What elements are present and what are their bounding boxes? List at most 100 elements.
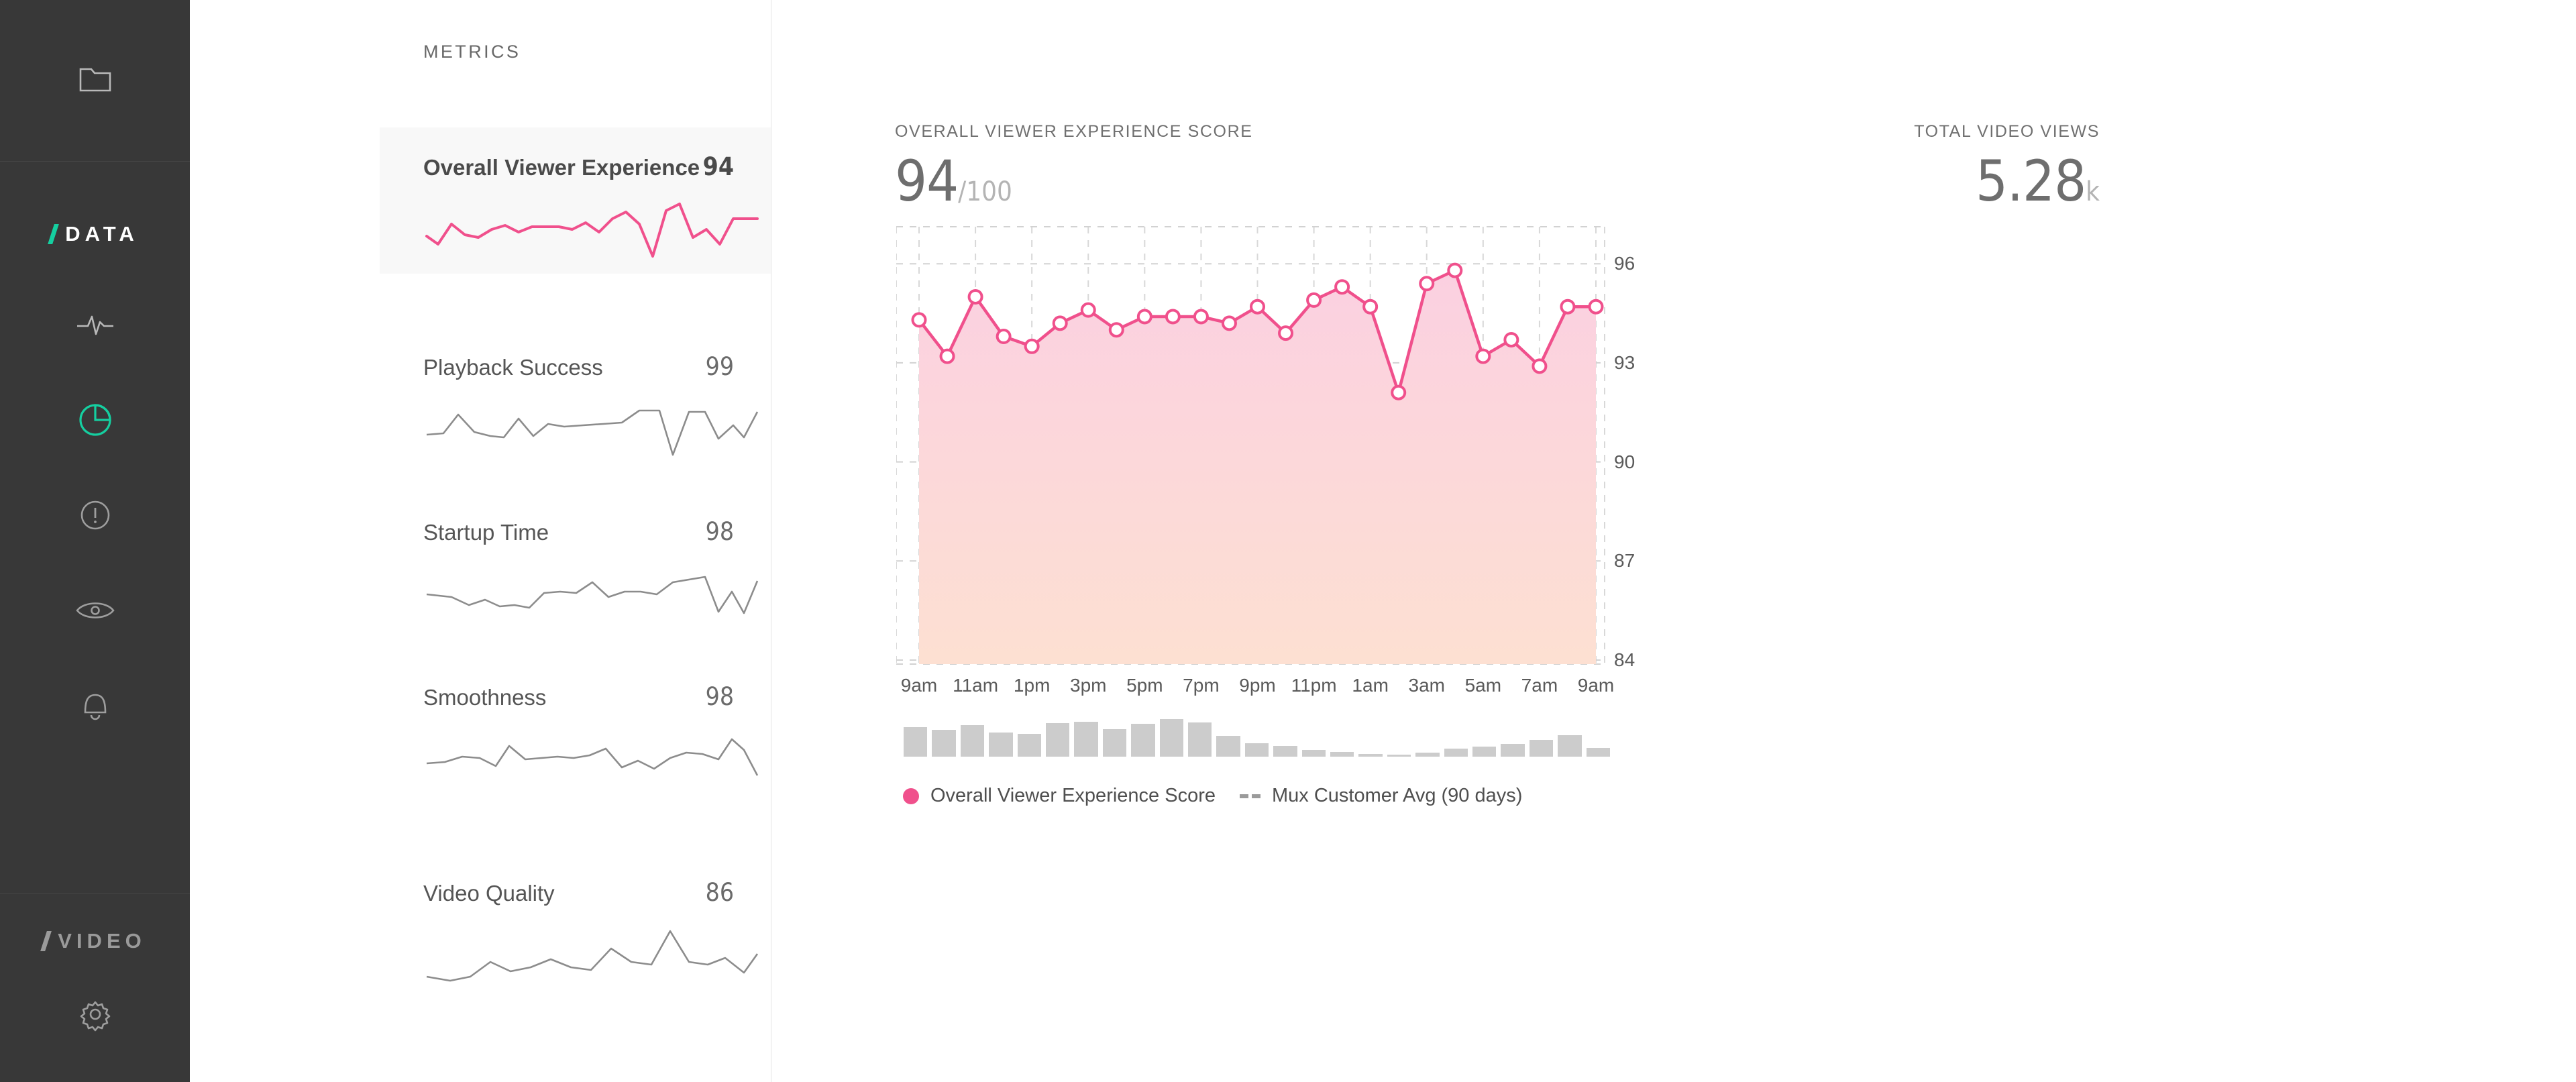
sidebar-item-pulse[interactable]: [0, 277, 190, 372]
bar[interactable]: [1358, 753, 1383, 757]
metric-card-startup-time[interactable]: Startup Time 98: [380, 492, 771, 639]
metric-sparkline: [426, 576, 759, 614]
bar[interactable]: [1273, 745, 1297, 757]
chart-point[interactable]: [967, 288, 983, 305]
folder-icon[interactable]: [79, 66, 111, 96]
chart-point[interactable]: [1306, 292, 1322, 308]
total-video-views-value: 5.28: [1975, 148, 2086, 214]
x-axis-tick: 3am: [1408, 675, 1445, 696]
metric-score: 98: [705, 517, 734, 546]
metric-sparkline: [426, 409, 759, 456]
metric-header: Overall Viewer Experience 94: [423, 152, 734, 181]
chart-point[interactable]: [1532, 358, 1548, 374]
chart-point[interactable]: [1221, 315, 1237, 331]
x-axis-tick: 1am: [1352, 675, 1389, 696]
metric-score: 94: [702, 152, 734, 181]
chart-point[interactable]: [996, 329, 1012, 345]
metric-label: Startup Time: [423, 520, 549, 545]
x-axis-tick: 9am: [900, 675, 938, 696]
bar[interactable]: [1244, 743, 1269, 757]
bar[interactable]: [1415, 752, 1440, 757]
bar[interactable]: [1444, 749, 1468, 757]
video-brand[interactable]: VIDEO: [40, 921, 146, 961]
metric-card-playback-success[interactable]: Playback Success 99: [380, 327, 771, 474]
bar[interactable]: [1216, 735, 1240, 757]
bar[interactable]: [904, 726, 928, 757]
chart-point[interactable]: [1108, 322, 1124, 338]
chart-plot-area: 96 93 90 87 84: [896, 221, 1635, 670]
chart-point[interactable]: [939, 348, 955, 364]
x-axis-tick: 9pm: [1239, 675, 1276, 696]
chart-area-fill: [919, 270, 1596, 664]
metric-sparkline: [425, 203, 759, 258]
chart-point[interactable]: [1278, 325, 1294, 341]
bar[interactable]: [1131, 724, 1155, 757]
sidebar-item-views[interactable]: [0, 563, 190, 658]
bar[interactable]: [1501, 743, 1525, 757]
bar[interactable]: [1301, 750, 1326, 757]
chart-point[interactable]: [911, 312, 927, 328]
total-video-views-label: TOTAL VIDEO VIEWS: [1914, 122, 2100, 141]
bar[interactable]: [932, 729, 956, 757]
metric-card-smoothness[interactable]: Smoothness 98: [380, 657, 771, 804]
pulse-icon: [76, 310, 115, 339]
bar[interactable]: [989, 733, 1013, 757]
slash-icon: [40, 931, 52, 951]
chart-point[interactable]: [1334, 279, 1350, 295]
metric-header: Startup Time 98: [423, 517, 734, 546]
metric-card-overall-viewer-experience[interactable]: Overall Viewer Experience 94: [380, 127, 771, 274]
chart-point[interactable]: [1250, 299, 1265, 315]
chart-point[interactable]: [1391, 384, 1407, 400]
bar[interactable]: [960, 725, 985, 757]
legend-item-score[interactable]: Overall Viewer Experience Score: [903, 785, 1216, 807]
y-axis-tick: 93: [1614, 351, 1635, 373]
rail-top-section: [0, 0, 190, 162]
data-brand[interactable]: DATA: [48, 214, 139, 254]
sidebar-item-notifications[interactable]: [0, 658, 190, 753]
bar[interactable]: [1387, 754, 1411, 757]
chart-point[interactable]: [1560, 299, 1576, 315]
eye-icon: [75, 598, 115, 623]
slash-icon: [48, 224, 60, 244]
chart-point[interactable]: [1136, 309, 1152, 325]
chart-point[interactable]: [1165, 309, 1181, 325]
legend-item-mux-avg[interactable]: Mux Customer Avg (90 days): [1240, 785, 1522, 807]
bar[interactable]: [1558, 735, 1582, 757]
legend-label: Mux Customer Avg (90 days): [1272, 785, 1523, 806]
chart-point[interactable]: [1475, 348, 1491, 364]
x-axis-tick: 3pm: [1070, 675, 1107, 696]
chart-point[interactable]: [1024, 338, 1040, 354]
sidebar-item-settings[interactable]: [0, 984, 190, 1044]
metric-header: Video Quality 86: [423, 878, 734, 907]
chart-point[interactable]: [1052, 315, 1068, 331]
metric-label: Playback Success: [423, 355, 603, 380]
bar[interactable]: [1074, 721, 1098, 757]
bar[interactable]: [1046, 722, 1070, 757]
x-axis-tick: 5pm: [1126, 675, 1163, 696]
bar[interactable]: [1330, 752, 1354, 757]
bar[interactable]: [1017, 733, 1041, 757]
chart-point[interactable]: [1080, 302, 1096, 318]
bar[interactable]: [1159, 719, 1183, 757]
chart-point[interactable]: [1419, 276, 1435, 292]
main-panel: OVERALL VIEWER EXPERIENCE SCORE 94/100 T…: [771, 0, 2576, 1082]
overall-score-value: 94: [895, 148, 959, 214]
metric-card-video-quality[interactable]: Video Quality 86: [380, 853, 771, 999]
metrics-heading: METRICS: [423, 42, 521, 62]
bell-icon: [78, 688, 112, 723]
bar[interactable]: [1586, 748, 1610, 757]
overall-score-stat: OVERALL VIEWER EXPERIENCE SCORE 94/100: [895, 119, 1364, 220]
chart-point[interactable]: [1193, 309, 1209, 325]
app-root: DATA VIDEO METRICS Overall Viewer Experi…: [0, 0, 2576, 1082]
bar[interactable]: [1472, 747, 1497, 757]
chart-point[interactable]: [1447, 262, 1463, 278]
bar[interactable]: [1102, 728, 1127, 757]
overall-score-value-wrap: 94/100: [895, 153, 1364, 220]
chart-point[interactable]: [1362, 299, 1379, 315]
sidebar-item-pie[interactable]: [0, 372, 190, 468]
bar[interactable]: [1529, 739, 1554, 757]
chart-point[interactable]: [1503, 331, 1519, 347]
sidebar-item-alerts[interactable]: [0, 468, 190, 563]
bar[interactable]: [1188, 722, 1212, 757]
chart-point[interactable]: [1588, 299, 1604, 315]
